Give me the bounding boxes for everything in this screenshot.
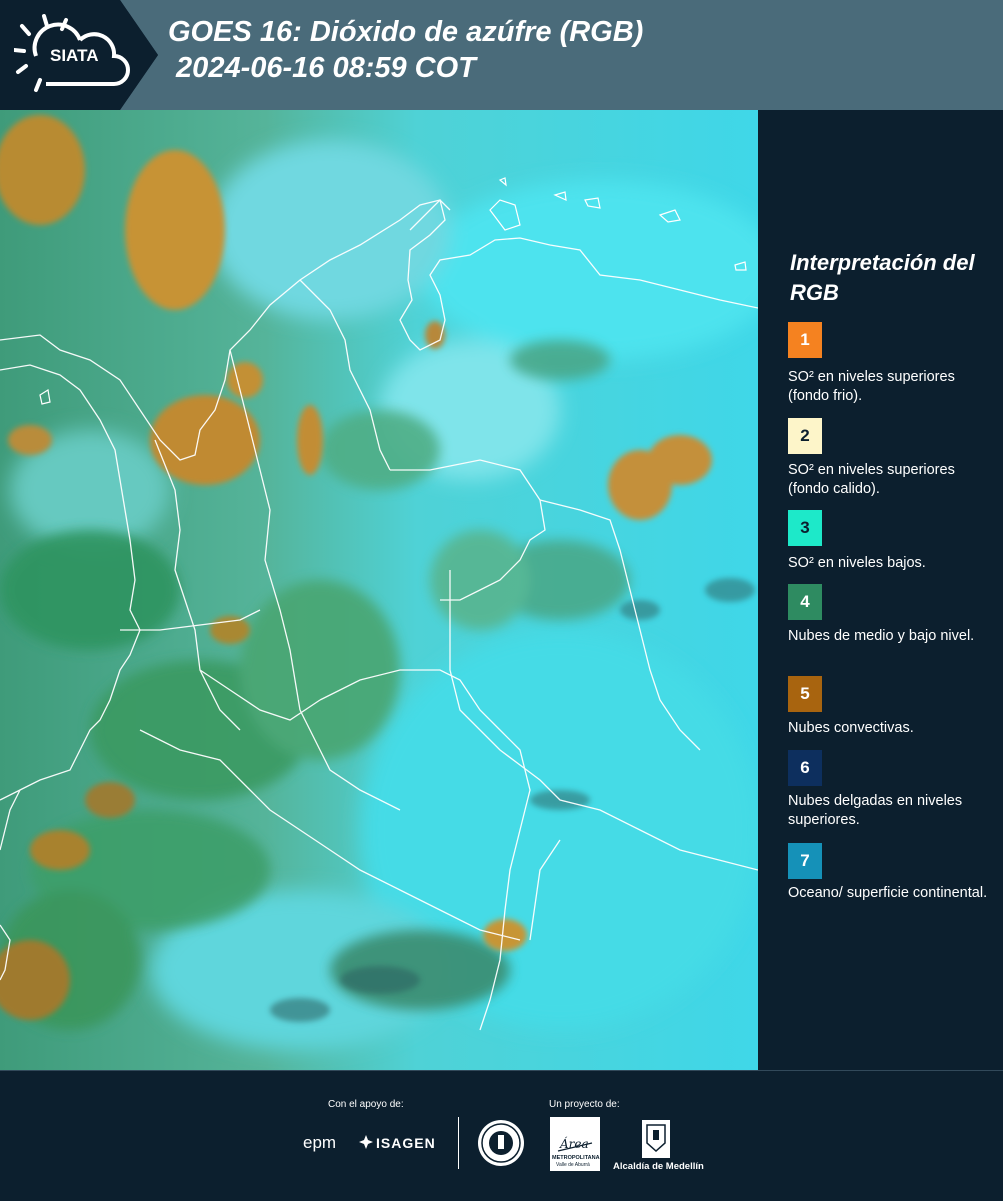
area-metropolitana-text: METROPOLITANA: [552, 1155, 600, 1161]
legend-swatch-2: 2: [788, 418, 822, 454]
title-line-1: GOES 16: Dióxido de azúfre (RGB): [168, 16, 644, 48]
satellite-map: [0, 110, 758, 1070]
legend-swatch-4: 4: [788, 584, 822, 620]
rgb-satellite-image: [0, 110, 758, 1070]
legend-label-4: Nubes de medio y bajo nivel.: [788, 628, 975, 644]
legend-title: Interpretación del RGB: [790, 250, 975, 305]
legend-swatch-3: 3: [788, 510, 822, 546]
isagen-logo: ISAGEN: [376, 1135, 436, 1151]
legend-swatch-5: 5: [788, 676, 822, 712]
page-title: GOES 16: Dióxido de azúfre (RGB) 2024-06…: [168, 14, 643, 86]
isagen-icon: [359, 1135, 373, 1149]
legend-label-5: Nubes convectivas.: [788, 720, 914, 736]
project-label: Un proyecto de:: [549, 1099, 620, 1110]
epm-logo: epm: [303, 1133, 337, 1152]
legend-label-1: SO² en niveles superiores (fondo frio).: [788, 369, 955, 404]
legend-label-3: SO² en niveles bajos.: [788, 555, 926, 571]
legend-label-2: SO² en niveles superiores (fondo calido)…: [788, 462, 955, 497]
legend-swatch-7: 7: [788, 843, 822, 879]
area-script-text: Área: [560, 1137, 589, 1151]
legend-label-7: Oceano/ superficie continental.: [788, 885, 988, 901]
logo-text: SIATA: [50, 46, 99, 65]
footer: Con el apoyo de: Un proyecto de: epm ISA…: [0, 1070, 1003, 1201]
legend-swatch-1: 1: [788, 322, 822, 358]
alcaldia-text: Alcaldía de Medellín: [613, 1161, 704, 1172]
area-valle-text: Valle de Aburrá: [556, 1162, 590, 1168]
medellin-seal-icon: [478, 1120, 524, 1166]
header: SIATA GOES 16: Dióxido de azúfre (RGB) 2…: [0, 0, 1003, 110]
support-label: Con el apoyo de:: [328, 1099, 404, 1110]
footer-divider: [458, 1117, 459, 1169]
legend-label-6: Nubes delgadas en niveles superiores.: [788, 793, 963, 828]
legend-panel: Interpretación del RGB 1 SO² en niveles …: [758, 110, 1003, 1070]
title-line-2: 2024-06-16 08:59 COT: [168, 52, 476, 84]
alcaldia-shield-icon: [642, 1120, 670, 1158]
legend-swatch-6: 6: [788, 750, 822, 786]
